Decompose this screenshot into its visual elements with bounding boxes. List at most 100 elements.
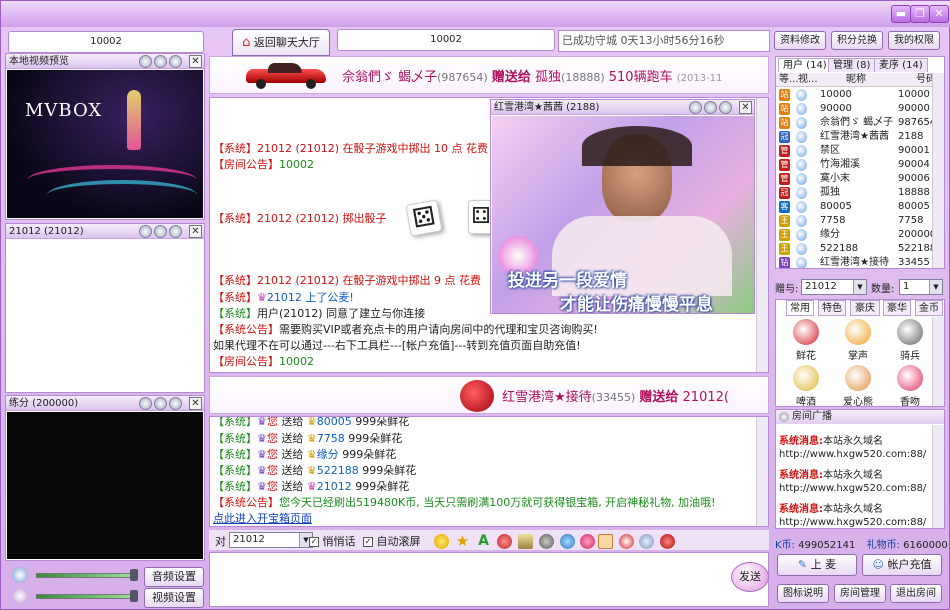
emoji-icon[interactable] — [434, 534, 449, 549]
font-icon[interactable]: A — [476, 534, 491, 549]
user-row[interactable]: 管 禁区 90001 — [776, 144, 938, 158]
gift-name: 骑兵 — [900, 351, 920, 362]
user-row[interactable]: 钻 红雪港湾★接待 33455 — [776, 256, 938, 268]
autoscroll-checkbox[interactable]: ✓ 自动滚屏 — [363, 533, 421, 549]
user-row[interactable]: 王 522188 522188 — [776, 242, 938, 256]
user-row[interactable]: 管 竹海湘溪 90004 — [776, 158, 938, 172]
zoom-icon[interactable] — [719, 101, 732, 114]
video-settings-button[interactable]: 视频设置 — [144, 588, 204, 608]
room-number-box: 10002 — [337, 29, 555, 51]
settings-icon[interactable] — [704, 101, 717, 114]
tab-admins[interactable]: 管理 (8) — [828, 58, 876, 72]
message-input[interactable] — [209, 552, 769, 607]
mic-volume-slider[interactable] — [36, 594, 136, 599]
gift-tab-special[interactable]: 特色 — [818, 300, 846, 316]
exit-room-button[interactable]: 退出房间 — [890, 584, 942, 603]
speaker-volume-slider[interactable] — [36, 573, 136, 578]
gift-target-select[interactable]: 21012 ▼ — [801, 279, 867, 295]
whisper-checkbox[interactable]: ✓ 悄悄话 — [309, 533, 356, 549]
chat-area-lower[interactable]: 【系统】♛您 送给 ♛80005 999朵鲜花 【系统】♛您 送给 ♛7758 … — [209, 416, 769, 527]
gift-name: 掌声 — [848, 351, 868, 362]
camera-icon[interactable] — [639, 534, 654, 549]
user-row[interactable]: 冠 红雪港湾★茜茜 2188 — [776, 130, 938, 144]
chat-upper-scrollbar[interactable] — [756, 98, 768, 372]
chat-lower-scrollbar[interactable] — [756, 417, 768, 526]
close-button[interactable]: ✕ — [929, 5, 949, 23]
settings-icon[interactable] — [154, 55, 167, 68]
maximize-button[interactable]: ❐ — [910, 5, 930, 23]
header-video[interactable]: 视... — [798, 73, 818, 86]
user-row[interactable]: 管 寞小末 90006 — [776, 172, 938, 186]
header-level[interactable]: 等... — [779, 73, 799, 86]
gift-item[interactable]: 啤酒 — [786, 363, 826, 406]
user-nickname: 10000 — [820, 89, 852, 100]
star-icon[interactable]: ★ — [455, 534, 470, 549]
gift-item[interactable]: 香吻 — [890, 363, 930, 406]
back-to-lobby-button[interactable]: ⌂ 返回聊天大厅 — [232, 29, 330, 56]
tab-mic-queue[interactable]: 麦序 (14) — [874, 58, 928, 72]
account-recharge-button[interactable]: ☺ 帐户充值 — [862, 554, 942, 576]
camera-icon[interactable] — [139, 397, 152, 410]
mic-up-button[interactable]: ✎ 上 麦 — [777, 554, 857, 576]
header-nickname[interactable]: 昵称 — [846, 73, 866, 86]
gift-icon[interactable] — [660, 534, 675, 549]
tab-users[interactable]: 用户 (14) — [778, 58, 832, 72]
video-popup[interactable]: 红雪港湾★茜茜 (2188) ✕ 投进另一段爱情 才能让伤痛慢慢平息 — [490, 99, 755, 314]
gift-item[interactable]: 掌声 — [838, 317, 878, 365]
user-row[interactable]: 站 佘翁們ゞ 蝎乄子 987654 — [776, 116, 938, 130]
close-icon[interactable]: ✕ — [189, 397, 202, 410]
settings-icon[interactable] — [154, 397, 167, 410]
treasure-box-link[interactable]: 点此进入开宝箱页面 — [213, 510, 312, 526]
broadcast-scrollbar[interactable] — [932, 425, 944, 528]
color-icon[interactable] — [497, 534, 512, 549]
speaker-slider-thumb[interactable] — [130, 569, 138, 581]
camera-icon[interactable] — [139, 55, 152, 68]
zoom-icon[interactable] — [169, 225, 182, 238]
screenshot-icon[interactable] — [560, 534, 575, 549]
user-row[interactable]: 站 10000 10000 — [776, 88, 938, 102]
gift-item[interactable]: 爱心熊 — [838, 363, 878, 406]
microphone-icon[interactable] — [12, 588, 28, 604]
gift-tab-common[interactable]: 常用 — [786, 300, 814, 316]
user-row[interactable]: 站 90000 90000 — [776, 102, 938, 116]
zoom-icon[interactable] — [169, 397, 182, 410]
camera-icon[interactable] — [689, 101, 702, 114]
heart-icon[interactable] — [580, 534, 595, 549]
user-row[interactable]: 客 80005 80005 — [776, 200, 938, 214]
minimize-button[interactable]: ▬ — [891, 5, 911, 23]
user-avatar-icon — [796, 257, 807, 268]
brush-icon[interactable] — [518, 534, 533, 549]
user-row[interactable]: 王 缘分 200000 — [776, 228, 938, 242]
user-row[interactable]: 冠 孤独 18888 — [776, 186, 938, 200]
profile-edit-button[interactable]: 资料修改 — [774, 31, 826, 50]
camera-icon[interactable] — [139, 225, 152, 238]
gift-qty-select[interactable]: 1 ▼ — [899, 279, 943, 295]
zoom-icon[interactable] — [169, 55, 182, 68]
user-list-panel: 用户 (14) 管理 (8) 麦序 (14) 等... 视... 昵称 号码 站… — [775, 56, 945, 269]
user-list-scrollbar[interactable] — [932, 73, 944, 268]
gift-item[interactable]: 鲜花 — [786, 317, 826, 365]
points-exchange-button[interactable]: 积分兑换 — [831, 31, 883, 50]
gift-scrollbar[interactable] — [932, 317, 944, 406]
target-select[interactable]: 21012 ▼ — [229, 532, 313, 548]
mic-slider-thumb[interactable] — [130, 590, 138, 602]
close-icon[interactable]: ✕ — [189, 55, 202, 68]
send-button[interactable]: 发送 — [731, 562, 769, 592]
bell-icon[interactable] — [539, 534, 554, 549]
close-icon[interactable]: ✕ — [189, 225, 202, 238]
my-permissions-button[interactable]: 我的权限 — [888, 31, 940, 50]
lock-icon[interactable] — [619, 534, 634, 549]
user-row[interactable]: 王 7758 7758 — [776, 214, 938, 228]
speaker-icon[interactable] — [12, 567, 28, 583]
close-icon[interactable]: ✕ — [739, 101, 752, 114]
settings-icon[interactable] — [154, 225, 167, 238]
audio-settings-button[interactable]: 音频设置 — [144, 567, 204, 587]
gift-tab-gold[interactable]: 金币 — [915, 300, 943, 316]
image-icon[interactable] — [598, 534, 613, 549]
icon-legend-button[interactable]: 图标说明 — [777, 584, 829, 603]
gift-item[interactable]: 骑兵 — [890, 317, 930, 365]
gift-name: 鲜花 — [796, 351, 816, 362]
gift-tab-celebration[interactable]: 豪庆 — [850, 300, 880, 316]
gift-tab-luxury[interactable]: 豪华 — [883, 300, 911, 316]
room-manage-button[interactable]: 房间管理 — [834, 584, 886, 603]
